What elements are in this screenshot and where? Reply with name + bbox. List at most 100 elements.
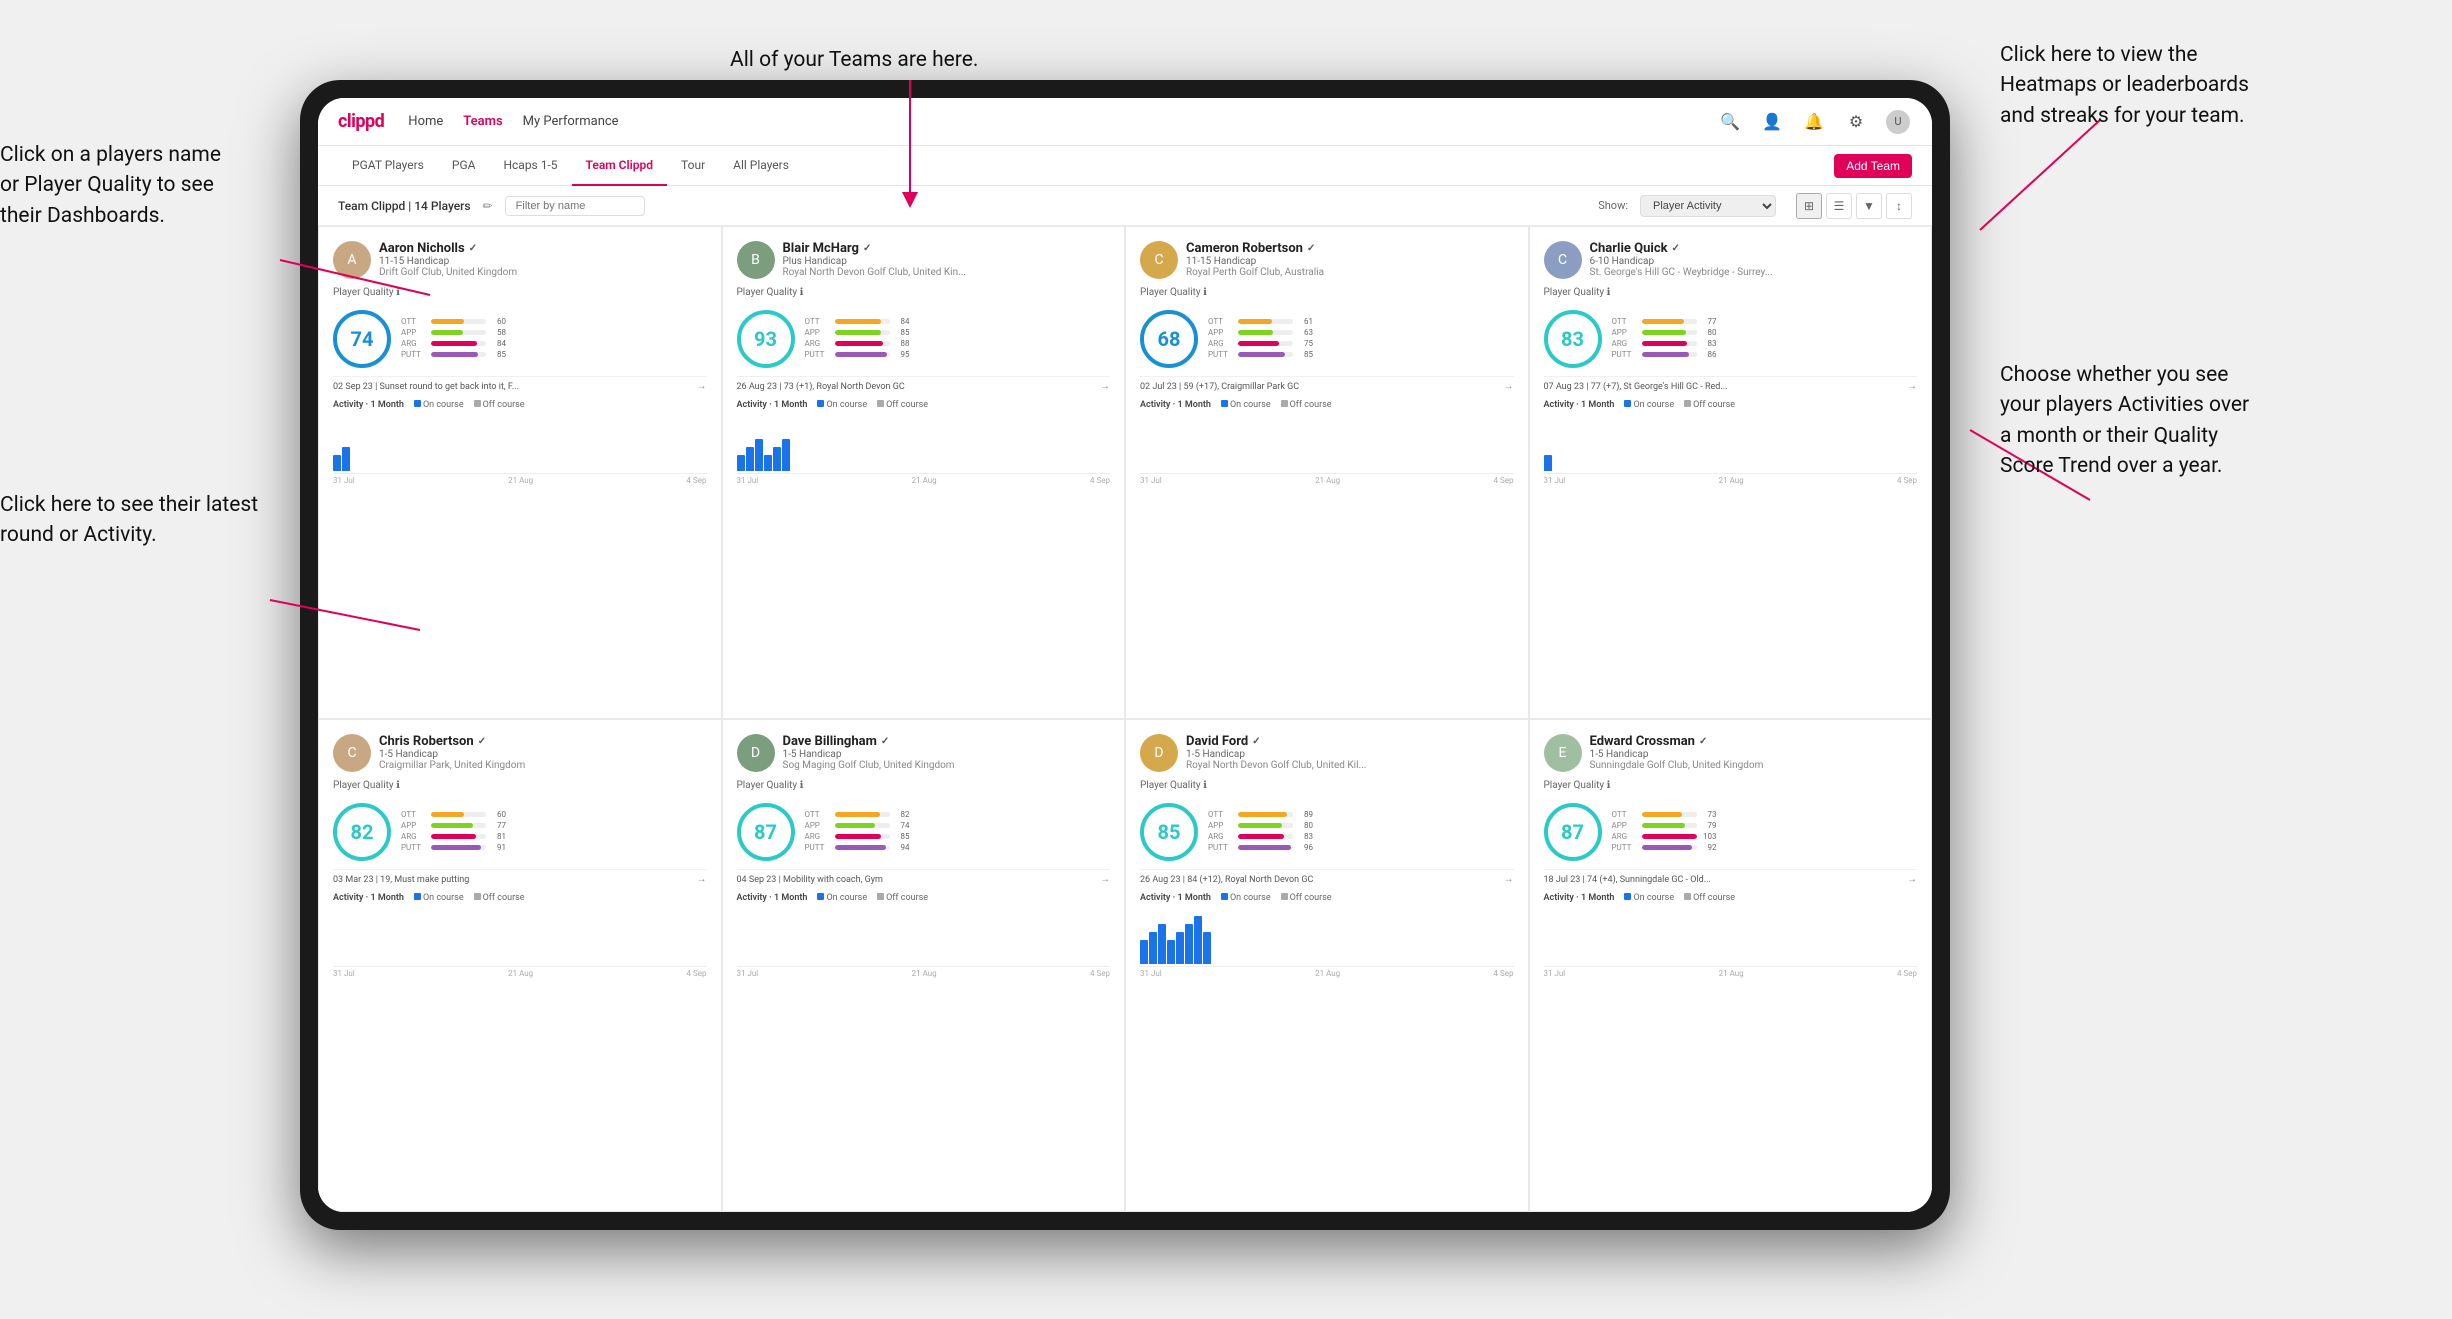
activity-title[interactable]: Activity · 1 Month bbox=[1544, 893, 1615, 903]
ott-label: OTT bbox=[1612, 810, 1638, 819]
round-arrow-link[interactable]: → bbox=[1504, 874, 1514, 885]
search-icon[interactable]: 🔍 bbox=[1716, 108, 1744, 136]
player-avatar[interactable]: C bbox=[333, 734, 371, 772]
quality-circle[interactable]: 87 bbox=[1544, 803, 1602, 861]
ott-value: 84 bbox=[894, 317, 910, 326]
show-select[interactable]: Player Activity Quality Score Trend bbox=[1640, 195, 1776, 217]
tab-team-clippd[interactable]: Team Clippd bbox=[572, 146, 667, 186]
nav-icons: 🔍 👤 🔔 ⚙ U bbox=[1716, 108, 1912, 136]
app-value: 80 bbox=[1297, 821, 1313, 830]
player-card[interactable]: D Dave Billingham ✓ 1-5 Handicap Sog Mag… bbox=[722, 719, 1126, 1212]
round-arrow-link[interactable]: → bbox=[697, 381, 707, 392]
quality-circle[interactable]: 85 bbox=[1140, 803, 1198, 861]
player-card[interactable]: C Charlie Quick ✓ 6-10 Handicap St. Geor… bbox=[1529, 226, 1933, 719]
quality-circle[interactable]: 68 bbox=[1140, 310, 1198, 368]
activity-title[interactable]: Activity · 1 Month bbox=[1544, 400, 1615, 410]
player-card[interactable]: D David Ford ✓ 1-5 Handicap Royal North … bbox=[1125, 719, 1529, 1212]
player-avatar[interactable]: D bbox=[737, 734, 775, 772]
player-name[interactable]: Aaron Nicholls ✓ bbox=[379, 241, 707, 256]
activity-title[interactable]: Activity · 1 Month bbox=[737, 893, 808, 903]
player-card[interactable]: E Edward Crossman ✓ 1-5 Handicap Sunning… bbox=[1529, 719, 1933, 1212]
logo[interactable]: clippd bbox=[338, 111, 384, 132]
player-avatar[interactable]: C bbox=[1140, 241, 1178, 279]
chart-label-mid: 21 Aug bbox=[508, 969, 533, 978]
latest-round: 26 Aug 23 | 73 (+1), Royal North Devon G… bbox=[737, 376, 1111, 392]
annotation-teams: All of your Teams are here. bbox=[730, 45, 978, 75]
round-arrow-link[interactable]: → bbox=[1100, 381, 1110, 392]
chart-label-mid: 21 Aug bbox=[1315, 969, 1340, 978]
tab-pgat[interactable]: PGAT Players bbox=[338, 146, 438, 186]
user-icon[interactable]: 👤 bbox=[1758, 108, 1786, 136]
player-avatar[interactable]: D bbox=[1140, 734, 1178, 772]
quality-bars: OTT 60 APP 58 ARG 84 PUTT 85 bbox=[401, 317, 707, 361]
player-name[interactable]: David Ford ✓ bbox=[1186, 734, 1514, 749]
activity-title[interactable]: Activity · 1 Month bbox=[737, 400, 808, 410]
player-card[interactable]: A Aaron Nicholls ✓ 11-15 Handicap Drift … bbox=[318, 226, 722, 719]
quality-circle[interactable]: 87 bbox=[737, 803, 795, 861]
chart-label-start: 31 Jul bbox=[737, 476, 759, 485]
chart-label-end: 4 Sep bbox=[687, 476, 707, 485]
edit-icon[interactable]: ✏ bbox=[483, 199, 493, 213]
quality-circle[interactable]: 74 bbox=[333, 310, 391, 368]
player-name[interactable]: Cameron Robertson ✓ bbox=[1186, 241, 1514, 256]
player-card[interactable]: C Cameron Robertson ✓ 11-15 Handicap Roy… bbox=[1125, 226, 1529, 719]
chart-labels: 31 Jul 21 Aug 4 Sep bbox=[1140, 969, 1514, 978]
player-avatar[interactable]: C bbox=[1544, 241, 1582, 279]
round-arrow-link[interactable]: → bbox=[1504, 381, 1514, 392]
player-name[interactable]: Blair McHarg ✓ bbox=[783, 241, 1111, 256]
arg-label: ARG bbox=[401, 832, 427, 841]
player-avatar[interactable]: B bbox=[737, 241, 775, 279]
player-card[interactable]: B Blair McHarg ✓ Plus Handicap Royal Nor… bbox=[722, 226, 1126, 719]
player-name[interactable]: Charlie Quick ✓ bbox=[1590, 241, 1918, 256]
chart-label-mid: 21 Aug bbox=[1719, 969, 1744, 978]
activity-title[interactable]: Activity · 1 Month bbox=[1140, 893, 1211, 903]
round-arrow-link[interactable]: → bbox=[1100, 874, 1110, 885]
player-name[interactable]: Chris Robertson ✓ bbox=[379, 734, 707, 749]
chart-bar bbox=[1140, 940, 1148, 964]
activity-section: Activity · 1 Month On course Off course … bbox=[737, 400, 1111, 485]
add-team-button[interactable]: Add Team bbox=[1834, 154, 1912, 178]
settings-icon[interactable]: ⚙ bbox=[1842, 108, 1870, 136]
tab-all-players[interactable]: All Players bbox=[719, 146, 803, 186]
activity-title[interactable]: Activity · 1 Month bbox=[333, 893, 404, 903]
round-arrow-link[interactable]: → bbox=[697, 874, 707, 885]
player-card[interactable]: C Chris Robertson ✓ 1-5 Handicap Craigmi… bbox=[318, 719, 722, 1212]
quality-circle[interactable]: 83 bbox=[1544, 310, 1602, 368]
tab-tour[interactable]: Tour bbox=[667, 146, 719, 186]
chart-label-start: 31 Jul bbox=[333, 476, 355, 485]
filter-input[interactable] bbox=[505, 196, 645, 216]
grid-view-icon[interactable]: ⊞ bbox=[1796, 193, 1822, 219]
bar-row-app: APP 85 bbox=[805, 328, 1111, 337]
on-course-dot bbox=[414, 893, 421, 900]
chart-label-end: 4 Sep bbox=[1090, 476, 1110, 485]
quality-label: Player Quality ℹ bbox=[1544, 780, 1918, 791]
player-name[interactable]: Dave Billingham ✓ bbox=[783, 734, 1111, 749]
ott-track bbox=[1642, 319, 1697, 324]
player-avatar[interactable]: A bbox=[333, 241, 371, 279]
round-arrow-link[interactable]: → bbox=[1907, 381, 1917, 392]
on-course-legend: On course bbox=[1624, 893, 1674, 903]
player-handicap: 1-5 Handicap bbox=[1186, 749, 1514, 760]
quality-circle[interactable]: 93 bbox=[737, 310, 795, 368]
activity-title[interactable]: Activity · 1 Month bbox=[1140, 400, 1211, 410]
list-view-icon[interactable]: ☰ bbox=[1826, 193, 1852, 219]
player-club: St. George's Hill GC - Weybridge - Surre… bbox=[1590, 267, 1918, 278]
tab-hcaps[interactable]: Hcaps 1-5 bbox=[489, 146, 571, 186]
filter-icon[interactable]: ▼ bbox=[1856, 193, 1882, 219]
nav-teams[interactable]: Teams bbox=[463, 114, 502, 129]
nav-home[interactable]: Home bbox=[408, 114, 443, 129]
activity-title[interactable]: Activity · 1 Month bbox=[333, 400, 404, 410]
avatar-icon[interactable]: U bbox=[1884, 108, 1912, 136]
chart-bars bbox=[737, 425, 1111, 471]
player-avatar[interactable]: E bbox=[1544, 734, 1582, 772]
round-arrow-link[interactable]: → bbox=[1907, 874, 1917, 885]
nav-performance[interactable]: My Performance bbox=[523, 114, 619, 129]
sort-icon[interactable]: ↕ bbox=[1886, 193, 1912, 219]
player-name[interactable]: Edward Crossman ✓ bbox=[1590, 734, 1918, 749]
bell-icon[interactable]: 🔔 bbox=[1800, 108, 1828, 136]
quality-circle[interactable]: 82 bbox=[333, 803, 391, 861]
quality-section: 93 OTT 84 APP 85 ARG 88 PUT bbox=[737, 310, 1111, 368]
tab-pga[interactable]: PGA bbox=[438, 146, 490, 186]
on-course-legend: On course bbox=[414, 400, 464, 410]
chart-area bbox=[1544, 414, 1918, 474]
